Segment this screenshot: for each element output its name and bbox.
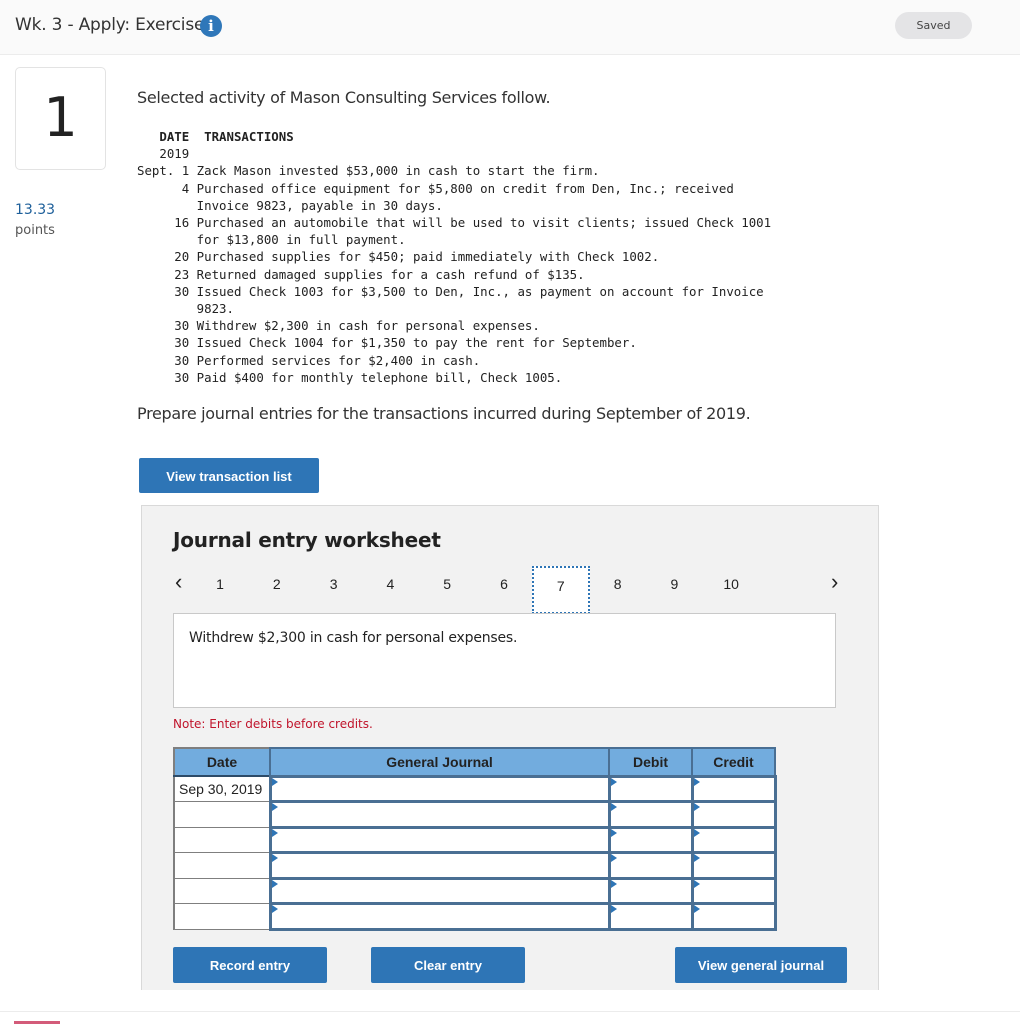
record-entry-button[interactable]: Record entry [173, 947, 327, 983]
transaction-item: Sept. 1 Zack Mason invested $53,000 in c… [137, 163, 600, 179]
journal-credit-cell [690, 800, 777, 829]
worksheet-title: Journal entry worksheet [173, 528, 441, 552]
journal-row [173, 851, 777, 880]
journal-row [173, 825, 777, 854]
journal-account-input[interactable] [271, 803, 608, 826]
journal-date-cell[interactable] [173, 801, 271, 828]
general-journal-table: Date General Journal Debit Credit Sep 30… [173, 747, 777, 931]
chevron-right-icon[interactable]: › [831, 571, 838, 593]
transaction-description-box: Withdrew $2,300 in cash for personal exp… [173, 613, 836, 708]
journal-date-cell[interactable] [173, 852, 271, 879]
points-label: points [15, 223, 55, 238]
journal-account-input[interactable] [271, 854, 608, 877]
journal-account-cell [268, 876, 611, 905]
transaction-item: 30 Issued Check 1004 for $1,350 to pay t… [174, 335, 637, 351]
pager-page-7[interactable]: 7 [531, 566, 590, 614]
journal-credit-input[interactable] [693, 854, 774, 877]
journal-credit-input[interactable] [693, 905, 774, 928]
question-intro: Selected activity of Mason Consulting Se… [137, 88, 551, 107]
journal-row [173, 902, 777, 931]
top-bar: Wk. 3 - Apply: Exercise i Saved [0, 0, 1020, 55]
journal-debit-cell [607, 902, 694, 931]
question-number: 1 [15, 67, 106, 170]
pager-page-8[interactable]: 8 [598, 576, 638, 592]
journal-debit-cell [607, 851, 694, 880]
journal-debit-cell [607, 800, 694, 829]
transaction-item: 23 Returned damaged supplies for a cash … [174, 266, 585, 282]
journal-account-cell [268, 851, 611, 880]
journal-row [173, 876, 777, 905]
view-transaction-list-button[interactable]: View transaction list [139, 458, 319, 493]
journal-date-cell[interactable] [173, 903, 271, 930]
pager-page-4[interactable]: 4 [370, 576, 410, 592]
chevron-left-icon[interactable]: ‹ [175, 571, 182, 593]
journal-debit-input[interactable] [610, 777, 691, 800]
transactions-table: DATE TRANSACTIONS 2019 Sept. 1 Zack Maso… [137, 128, 771, 386]
journal-entry-worksheet: Journal entry worksheet ‹ 1 2 3 4 5 6 7 8 9 10 › … [141, 505, 879, 990]
saved-status-badge: Saved [895, 12, 972, 39]
pager-page-9[interactable]: 9 [654, 576, 694, 592]
pager-page-3[interactable]: 3 [314, 576, 354, 592]
journal-credit-cell [690, 876, 777, 905]
journal-account-cell [268, 825, 611, 854]
journal-date-cell[interactable] [173, 826, 271, 853]
info-icon[interactable]: i [200, 15, 222, 37]
journal-debit-input[interactable] [610, 828, 691, 851]
journal-date-cell[interactable] [173, 877, 271, 904]
entry-note: Note: Enter debits before credits. [173, 717, 373, 731]
journal-credit-input[interactable] [693, 828, 774, 851]
column-header-general-journal: General Journal [269, 747, 610, 777]
journal-debit-cell [607, 876, 694, 905]
pager-page-6[interactable]: 6 [484, 576, 524, 592]
transaction-description: Withdrew $2,300 in cash for personal exp… [189, 630, 518, 646]
question-instruction: Prepare journal entries for the transact… [137, 404, 751, 423]
transaction-item: 30 Issued Check 1003 for $3,500 to Den, … [174, 283, 764, 317]
journal-row [173, 800, 777, 829]
journal-debit-input[interactable] [610, 854, 691, 877]
table-header-row: Date General Journal Debit Credit [173, 747, 776, 777]
pager-page-1[interactable]: 1 [200, 576, 240, 592]
footer-divider [0, 1011, 1020, 1012]
journal-credit-cell [690, 902, 777, 931]
journal-credit-cell [690, 774, 777, 803]
journal-account-input[interactable] [271, 905, 608, 928]
transaction-item: 20 Purchased supplies for $450; paid imm… [174, 249, 660, 265]
journal-credit-input[interactable] [693, 879, 774, 902]
transaction-item: 30 Withdrew $2,300 in cash for personal … [174, 318, 540, 334]
pager-page-5[interactable]: 5 [427, 576, 467, 592]
journal-credit-input[interactable] [693, 803, 774, 826]
journal-credit-input[interactable] [693, 777, 774, 800]
journal-account-cell [268, 902, 611, 931]
journal-account-cell [268, 774, 611, 803]
clear-entry-button[interactable]: Clear entry [371, 947, 525, 983]
journal-account-cell [268, 800, 611, 829]
transaction-item: 30 Performed services for $2,400 in cash… [174, 352, 481, 368]
transaction-item: 4 Purchased office equipment for $5,800 … [181, 180, 734, 213]
journal-debit-input[interactable] [610, 879, 691, 902]
journal-credit-cell [690, 851, 777, 880]
journal-debit-cell [607, 825, 694, 854]
journal-credit-cell [690, 825, 777, 854]
journal-account-input[interactable] [271, 879, 608, 902]
journal-debit-input[interactable] [610, 905, 691, 928]
column-header-date: Date [173, 747, 271, 777]
journal-date-cell[interactable]: Sep 30, 2019 [173, 775, 271, 802]
points-value: 13.33 [15, 202, 56, 218]
pager-page-10[interactable]: 10 [711, 576, 751, 592]
pager-page-2[interactable]: 2 [257, 576, 297, 592]
journal-debit-input[interactable] [610, 803, 691, 826]
column-header-credit: Credit [691, 747, 776, 777]
view-general-journal-button[interactable]: View general journal [675, 947, 847, 983]
journal-account-input[interactable] [271, 828, 608, 851]
transaction-item: 30 Paid $400 for monthly telephone bill,… [174, 369, 563, 385]
transaction-item: 16 Purchased an automobile that will be … [174, 215, 772, 248]
journal-debit-cell [607, 774, 694, 803]
transactions-year: 2019 [159, 146, 190, 162]
transactions-header: DATE TRANSACTIONS [159, 129, 294, 144]
assignment-title: Wk. 3 - Apply: Exercise [15, 15, 205, 35]
journal-row: Sep 30, 2019 [173, 774, 777, 803]
column-header-debit: Debit [608, 747, 693, 777]
journal-account-input[interactable] [271, 777, 608, 800]
